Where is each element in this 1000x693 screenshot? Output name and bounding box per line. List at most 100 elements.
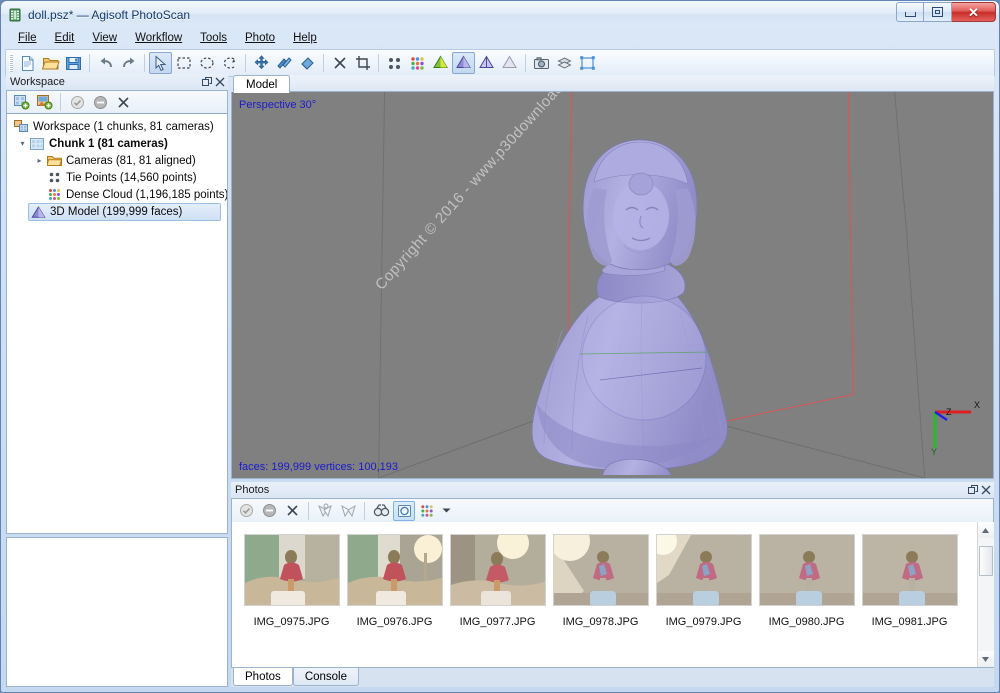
undo-button[interactable] <box>94 52 117 74</box>
move-object-button[interactable] <box>250 52 273 74</box>
tie-points-icon <box>46 171 62 185</box>
main-toolbar <box>5 49 995 77</box>
close-button[interactable]: ✕ <box>952 2 996 22</box>
enable-photos-button[interactable] <box>235 501 257 521</box>
doll-3d-mesh <box>531 139 728 475</box>
reset-camera-alignment-button[interactable] <box>314 501 336 521</box>
navigation-tool-button[interactable] <box>149 52 172 74</box>
photo-item[interactable]: IMG_0976.JPG <box>343 534 446 628</box>
scroll-up-button[interactable] <box>977 522 994 538</box>
remove-items-button[interactable] <box>112 92 134 112</box>
tab-model[interactable]: Model <box>233 75 291 93</box>
projection-label: Perspective 30° <box>239 99 317 111</box>
tab-photos[interactable]: Photos <box>233 668 293 686</box>
save-project-button[interactable] <box>62 52 85 74</box>
tree-item-chunk-1[interactable]: ▾ Chunk 1 (81 cameras) <box>11 135 225 152</box>
show-tie-points-button[interactable] <box>383 52 406 74</box>
show-details-button[interactable] <box>416 501 438 521</box>
photos-float-button[interactable] <box>966 484 979 497</box>
menu-item-workflow[interactable]: Workflow <box>126 30 191 46</box>
photo-thumbnail[interactable] <box>346 534 443 606</box>
tab-console-label: Console <box>304 671 348 683</box>
place-markers-button[interactable] <box>337 501 359 521</box>
chevron-right-icon[interactable]: ▸ <box>33 156 46 165</box>
minimize-button[interactable] <box>896 2 924 22</box>
photos-close-button[interactable] <box>979 484 992 497</box>
show-textured-model-button[interactable] <box>498 52 521 74</box>
maximize-button[interactable] <box>924 2 952 22</box>
photo-image <box>553 535 648 605</box>
workspace-float-button[interactable] <box>200 76 213 89</box>
photo-thumbnail[interactable] <box>758 534 855 606</box>
empty-lower-left-panel <box>6 537 228 687</box>
freeform-selection-button[interactable] <box>218 52 241 74</box>
menu-item-help[interactable]: Help <box>284 30 326 46</box>
menu-tools-label: Tools <box>200 32 228 44</box>
photo-thumbnail[interactable] <box>552 534 649 606</box>
view-mode-dropdown[interactable] <box>439 501 453 521</box>
redo-button[interactable] <box>117 52 140 74</box>
show-solid-model-button[interactable] <box>452 52 475 74</box>
window-controls: ✕ <box>896 2 996 22</box>
photos-vertical-scrollbar[interactable] <box>977 522 994 667</box>
toolbar-separator <box>323 54 324 72</box>
tree-item-cameras[interactable]: ▸ Cameras (81, 81 aligned) <box>11 152 225 169</box>
photo-label: IMG_0979.JPG <box>665 616 742 628</box>
tree-item-tie-points[interactable]: Tie Points (14,560 points) <box>11 169 225 186</box>
scroll-down-button[interactable] <box>977 651 994 667</box>
show-cameras-button[interactable] <box>530 52 553 74</box>
menu-item-view[interactable]: View <box>83 30 126 46</box>
show-dense-cloud-button[interactable] <box>406 52 429 74</box>
photos-toolbar-separator <box>308 501 309 520</box>
show-shaded-model-button[interactable] <box>429 52 452 74</box>
photo-thumbnail[interactable] <box>243 534 340 606</box>
disable-button[interactable] <box>89 92 111 112</box>
photo-item[interactable]: IMG_0981.JPG <box>858 534 961 628</box>
inspect-photo-button[interactable] <box>370 501 392 521</box>
menu-item-file[interactable]: File <box>9 30 46 46</box>
toolbar-grip[interactable] <box>9 54 13 72</box>
scrollbar-track[interactable] <box>977 538 994 651</box>
workspace-close-button[interactable] <box>213 76 226 89</box>
photo-thumbnail[interactable] <box>449 534 546 606</box>
enable-button[interactable] <box>66 92 88 112</box>
workspace-tree: Workspace (1 chunks, 81 cameras) ▾ Chunk… <box>7 114 227 223</box>
new-project-button[interactable] <box>16 52 39 74</box>
film-strip-icon <box>8 8 22 22</box>
photo-item[interactable]: IMG_0977.JPG <box>446 534 549 628</box>
rectangle-selection-button[interactable] <box>172 52 195 74</box>
tree-item-3d-model[interactable]: 3D Model (199,999 faces) <box>28 203 221 221</box>
photo-item[interactable]: IMG_0978.JPG <box>549 534 652 628</box>
show-wireframe-model-button[interactable] <box>475 52 498 74</box>
menu-item-tools[interactable]: Tools <box>191 30 236 46</box>
photo-thumbnail[interactable] <box>861 534 958 606</box>
crop-selection-button[interactable] <box>351 52 374 74</box>
resize-region-button[interactable] <box>576 52 599 74</box>
circle-selection-button[interactable] <box>195 52 218 74</box>
close-icon: ✕ <box>968 4 979 20</box>
show-aligned-chunks-button[interactable] <box>553 52 576 74</box>
disable-photos-button[interactable] <box>258 501 280 521</box>
show-thumbnails-button[interactable] <box>393 500 415 521</box>
add-photos-button[interactable] <box>33 92 55 112</box>
workspace-tree-panel[interactable]: Workspace (1 chunks, 81 cameras) ▾ Chunk… <box>6 113 228 534</box>
delete-selection-button[interactable] <box>328 52 351 74</box>
tree-item-workspace[interactable]: Workspace (1 chunks, 81 cameras) <box>11 118 225 135</box>
tree-item-dense-cloud[interactable]: Dense Cloud (1,196,185 points) <box>11 186 227 203</box>
rotate-object-button[interactable] <box>273 52 296 74</box>
open-project-button[interactable] <box>39 52 62 74</box>
remove-photos-button[interactable] <box>281 501 303 521</box>
scale-object-button[interactable] <box>296 52 319 74</box>
tab-console[interactable]: Console <box>292 668 360 686</box>
photo-item[interactable]: IMG_0979.JPG <box>652 534 755 628</box>
scrollbar-thumb[interactable] <box>978 546 993 576</box>
menu-workflow-label: Workflow <box>135 32 183 44</box>
photo-item[interactable]: IMG_0975.JPG <box>240 534 343 628</box>
photo-thumbnail[interactable] <box>655 534 752 606</box>
chevron-down-icon[interactable]: ▾ <box>16 139 29 148</box>
menu-item-edit[interactable]: Edit <box>46 30 84 46</box>
menu-item-photo[interactable]: Photo <box>236 30 284 46</box>
add-chunk-button[interactable] <box>10 92 32 112</box>
photo-item[interactable]: IMG_0980.JPG <box>755 534 858 628</box>
model-viewport[interactable]: Copyright © 2016 - www.p30download.com P… <box>231 92 994 479</box>
